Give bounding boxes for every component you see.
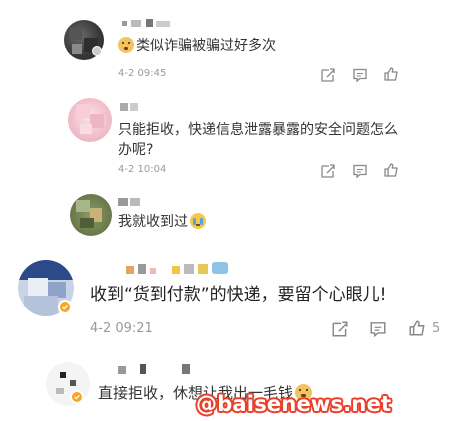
crying-emoji: [190, 212, 206, 229]
username[interactable]: [122, 19, 182, 29]
comment-text: 类似诈骗被骗过好多次: [118, 36, 276, 56]
doge-emoji: [118, 36, 134, 53]
share-icon[interactable]: [331, 320, 349, 338]
comment-3: 我就收到过: [0, 186, 462, 242]
like-icon[interactable]: [383, 162, 399, 178]
comment-2: 只能拒收，快递信息泄露暴露的安全问题怎么 办呢? 4-2 10:04: [0, 90, 462, 182]
like-icon[interactable]: [383, 66, 399, 82]
username[interactable]: [118, 364, 198, 374]
like-count: 5: [432, 321, 441, 336]
verified-badge: [70, 390, 84, 404]
comment-1: 类似诈骗被骗过好多次 4-2 09:45: [0, 0, 462, 90]
like-icon[interactable]: [408, 319, 426, 337]
comment-text: 收到“货到付款”的快递，要留个心眼儿!: [90, 285, 387, 305]
username[interactable]: [120, 102, 160, 112]
timestamp: 4-2 09:21: [90, 321, 153, 336]
verified-badge: [92, 46, 102, 56]
comment-text-body: 类似诈骗被骗过好多次: [136, 38, 276, 54]
comment-text-line-2: 办呢?: [118, 142, 154, 158]
username[interactable]: [126, 262, 236, 276]
comment-text-line-1: 只能拒收，快递信息泄露暴露的安全问题怎么: [118, 122, 398, 138]
comment-text-body: 我就收到过: [118, 214, 188, 230]
comment-icon[interactable]: [352, 163, 368, 179]
comment-icon[interactable]: [369, 320, 387, 338]
share-icon[interactable]: [320, 163, 336, 179]
share-icon[interactable]: [320, 67, 336, 83]
comment-text: 我就收到过: [118, 212, 206, 232]
username[interactable]: [118, 198, 154, 208]
comment-icon[interactable]: [352, 67, 368, 83]
verified-badge: [58, 300, 72, 314]
comment-4: 收到“货到付款”的快递，要留个心眼儿! 4-2 09:21 5: [0, 248, 462, 348]
timestamp: 4-2 09:45: [118, 68, 167, 79]
avatar[interactable]: [70, 194, 112, 236]
avatar[interactable]: [68, 98, 112, 142]
watermark: @baisenews.net: [196, 392, 392, 416]
timestamp: 4-2 10:04: [118, 164, 167, 175]
